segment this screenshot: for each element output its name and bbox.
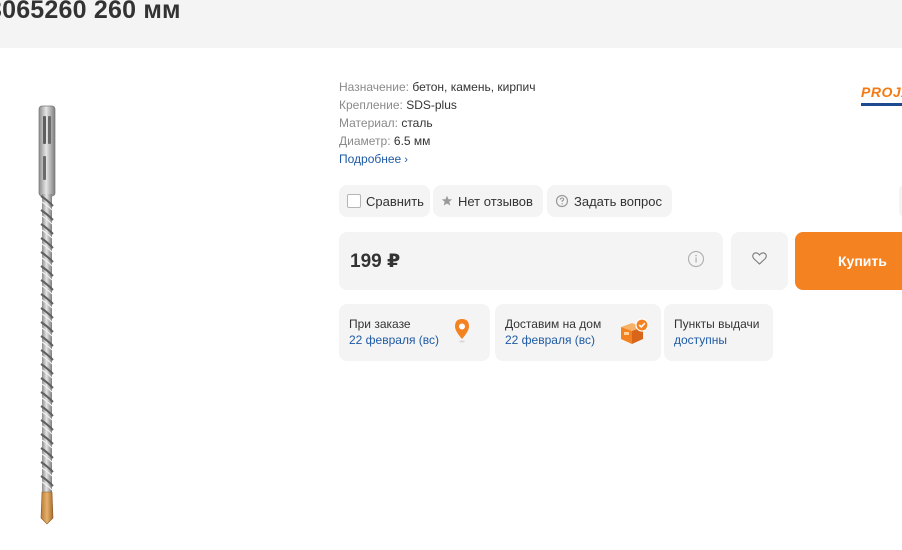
brand-logo-underline (861, 103, 902, 106)
heart-icon (752, 252, 767, 270)
pickup-points-card[interactable]: Пункты выдачи доступны (664, 304, 773, 361)
home-delivery-card[interactable]: Доставим на дом 22 февраля (вс) (495, 304, 661, 361)
buy-button[interactable]: Купить (795, 232, 902, 290)
compare-button[interactable]: Сравнить (339, 185, 430, 217)
brand-logo-text: PROJA (861, 84, 902, 100)
price-value: 199 ₽ (350, 251, 401, 272)
star-icon (441, 195, 453, 207)
reviews-label: Нет отзывов (458, 193, 533, 209)
spec-row-purpose: Назначение: бетон, камень, кирпич (339, 78, 535, 96)
question-bubble-icon (555, 194, 569, 208)
spec-label: Назначение: (339, 80, 410, 94)
product-title: 3065260 260 мм (0, 0, 181, 24)
spec-row-material: Материал: сталь (339, 114, 535, 132)
pickup-on-order-card[interactable]: При заказе 22 февраля (вс) (339, 304, 490, 361)
delivery-box-icon (618, 317, 650, 351)
map-pin-icon (453, 318, 471, 348)
compare-checkbox[interactable] (347, 194, 361, 208)
chevron-right-icon: › (404, 154, 408, 166)
spec-value: бетон, камень, кирпич (412, 80, 536, 94)
spec-list: Назначение: бетон, камень, кирпич Крепле… (339, 78, 535, 169)
spec-value: SDS-plus (406, 98, 457, 112)
spec-label: Материал: (339, 116, 398, 130)
spec-label: Крепление: (339, 98, 403, 112)
spec-row-diameter: Диаметр: 6.5 мм (339, 132, 535, 150)
price-panel: 199 ₽ (339, 232, 723, 290)
product-title-bar: 3065260 260 мм (0, 0, 902, 48)
spec-row-mount: Крепление: SDS-plus (339, 96, 535, 114)
spec-label: Диаметр: (339, 134, 391, 148)
spec-value: 6.5 мм (393, 134, 431, 148)
spec-value: сталь (401, 116, 433, 130)
compare-label: Сравнить (366, 193, 424, 209)
add-to-favorites-button[interactable] (731, 232, 788, 290)
delivery-availability: доступны (674, 333, 728, 347)
buy-button-label: Купить (838, 253, 887, 269)
brand-logo[interactable]: PROJA (861, 84, 902, 112)
info-icon[interactable] (687, 250, 705, 273)
product-image[interactable] (28, 104, 68, 533)
more-details-label: Подробнее (339, 152, 402, 166)
more-details-link[interactable]: Подробнее › (339, 150, 535, 169)
ask-question-button[interactable]: Задать вопрос (547, 185, 672, 217)
ask-question-label: Задать вопрос (574, 193, 662, 209)
reviews-button[interactable]: Нет отзывов (433, 185, 543, 217)
delivery-title: Пункты выдачи (674, 317, 760, 331)
